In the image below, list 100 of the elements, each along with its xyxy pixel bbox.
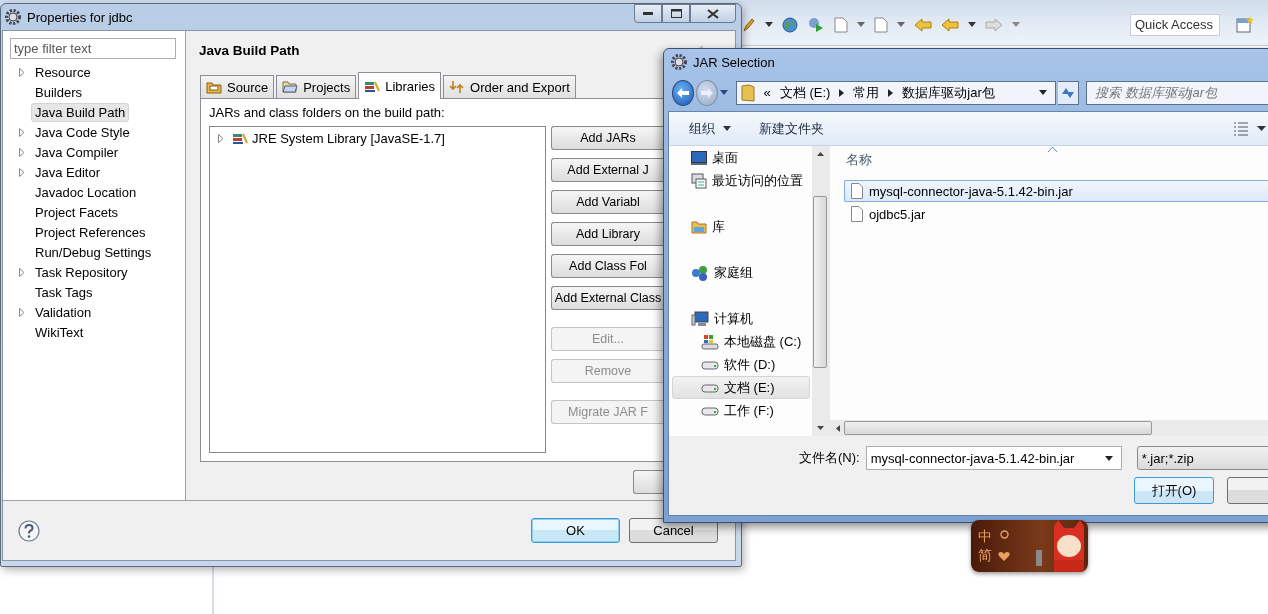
heart-icon[interactable] [998, 551, 1010, 562]
breadcrumb-item[interactable]: 数据库驱动jar包 [902, 83, 995, 102]
input-mode-label[interactable]: 简 [978, 547, 992, 564]
expand-arrow-icon[interactable] [218, 133, 224, 143]
maximize-icon [670, 9, 682, 18]
expand-arrow-icon[interactable] [19, 127, 25, 137]
scroll-left-icon[interactable] [836, 424, 840, 432]
nav-item[interactable]: 桌面 [672, 146, 810, 169]
nav-item[interactable]: 库 [672, 215, 810, 238]
horizontal-scrollbar[interactable] [830, 420, 1268, 436]
file-icon [850, 206, 864, 222]
breadcrumb-item[interactable]: 文档 (E:) [779, 83, 831, 102]
tree-item[interactable]: Project Facets [31, 202, 123, 222]
toolbar-button[interactable]: 组织 [683, 115, 737, 142]
perspective-icon[interactable] [1236, 15, 1254, 34]
tree-item[interactable]: Validation [31, 302, 96, 322]
back-arrow-icon[interactable] [941, 17, 959, 32]
search-field[interactable]: 搜索 数据库驱动jar包 [1086, 80, 1268, 105]
tab[interactable]: Source [200, 75, 275, 98]
circle-icon[interactable] [999, 530, 1009, 539]
expand-arrow-icon[interactable] [19, 267, 25, 277]
field-label: 文件名(N): [799, 449, 860, 467]
tab[interactable]: Order and Export [443, 75, 576, 98]
chevron-icon[interactable] [888, 88, 894, 97]
nav-item[interactable]: 软件 (D:) [672, 353, 810, 376]
globe-icon[interactable] [782, 16, 798, 33]
close-button[interactable] [690, 4, 736, 23]
open-button[interactable]: 打开(O) [1134, 477, 1214, 504]
expand-arrow-icon[interactable] [19, 167, 25, 177]
action-button[interactable]: Add Class Fol [551, 254, 664, 278]
column-header[interactable]: 名称 [846, 151, 872, 169]
back-arrow-icon[interactable] [914, 17, 932, 32]
tree-item[interactable]: Project References [31, 222, 150, 242]
file-type-dropdown[interactable]: *.jar;*.zip [1136, 446, 1268, 470]
maximize-button[interactable] [662, 4, 690, 23]
gear-icon [671, 54, 687, 70]
expand-arrow-icon[interactable] [19, 67, 25, 77]
scroll-down-icon[interactable] [816, 426, 824, 430]
nav-item[interactable]: 最近访问的位置 [672, 169, 810, 192]
tree-item[interactable]: WikiText [31, 322, 88, 342]
folder-icon [740, 83, 755, 102]
tree-item[interactable]: Javadoc Location [31, 182, 141, 202]
document-icon[interactable] [834, 16, 848, 33]
address-bar[interactable]: « 文档 (E:) 常用 数据库驱动jar包 [735, 80, 1057, 105]
nav-item[interactable]: 计算机 [672, 307, 810, 330]
caret-icon[interactable] [1257, 126, 1266, 131]
action-button[interactable]: Add External J [551, 158, 664, 182]
filter-field[interactable]: type filter text [10, 38, 176, 59]
document-icon[interactable] [874, 16, 888, 33]
caret-icon[interactable] [1039, 90, 1048, 95]
tree-item[interactable]: Resource [31, 62, 95, 82]
nav-item[interactable]: 家庭组 [672, 261, 810, 284]
nav-item[interactable]: 文档 (E:) [672, 376, 810, 399]
open-folder-icon [282, 80, 299, 94]
breadcrumb-item[interactable]: 常用 [853, 83, 880, 102]
window-title: Properties for jdbc [27, 9, 133, 25]
page-title: Java Build Path [199, 43, 300, 58]
tab[interactable]: Libraries [358, 72, 442, 99]
breadcrumb-overflow[interactable]: « [763, 85, 771, 100]
input-mode-label[interactable]: 中 [978, 528, 992, 545]
vertical-scrollbar[interactable] [812, 146, 828, 436]
expand-arrow-icon[interactable] [19, 147, 25, 157]
tree-item[interactable]: Task Tags [31, 282, 97, 302]
covered-button[interactable] [1226, 477, 1268, 504]
tree-item[interactable]: Builders [31, 82, 86, 102]
tab[interactable]: Projects [276, 75, 357, 98]
nav-item[interactable]: 本地磁盘 (C:) [672, 330, 810, 353]
action-button[interactable]: Add Variabl [551, 190, 664, 214]
caret-icon[interactable] [1104, 455, 1113, 461]
toolbar-button[interactable]: 新建文件夹 [753, 115, 830, 142]
tree-item[interactable]: Java Code Style [31, 122, 134, 142]
file-row[interactable]: mysql-connector-java-5.1.42-bin.jar [844, 180, 1268, 202]
forward-arrow-icon [699, 86, 714, 99]
books-icon [364, 79, 381, 93]
action-button[interactable]: Add JARs [551, 126, 664, 150]
tree-item[interactable]: Java Build Path [31, 102, 130, 122]
action-button[interactable]: Add Library [551, 222, 664, 246]
tree-item[interactable]: Java Compiler [31, 142, 123, 162]
tree-item[interactable]: Run/Debug Settings [31, 242, 156, 262]
input-method-widget[interactable]: 中 简 [971, 520, 1088, 572]
file-row[interactable]: ojdbc5.jar [844, 203, 1268, 225]
dialog-button[interactable]: OK [531, 518, 620, 543]
tree-item[interactable]: Java Editor [31, 162, 105, 182]
refresh-button[interactable] [1058, 80, 1079, 105]
tree-item[interactable]: Task Repository [31, 262, 132, 282]
quick-access-field[interactable]: Quick Access [1130, 13, 1220, 36]
nav-item[interactable]: 工作 (F:) [672, 399, 810, 422]
back-button[interactable] [672, 79, 694, 106]
caret-icon[interactable] [765, 22, 773, 27]
filename-field[interactable]: mysql-connector-java-5.1.42-bin.jar [865, 446, 1122, 470]
minimize-icon [643, 11, 653, 16]
expand-arrow-icon[interactable] [19, 307, 25, 317]
help-icon[interactable] [18, 519, 40, 542]
chevron-icon[interactable] [839, 88, 845, 97]
minimize-button[interactable] [634, 4, 662, 23]
action-button[interactable]: Add External Class [551, 286, 664, 310]
scroll-up-icon[interactable] [816, 152, 824, 156]
run-icon[interactable] [807, 16, 825, 33]
tree-item[interactable]: JRE System Library [JavaSE-1.7] [252, 130, 445, 146]
caret-icon[interactable] [968, 22, 976, 27]
